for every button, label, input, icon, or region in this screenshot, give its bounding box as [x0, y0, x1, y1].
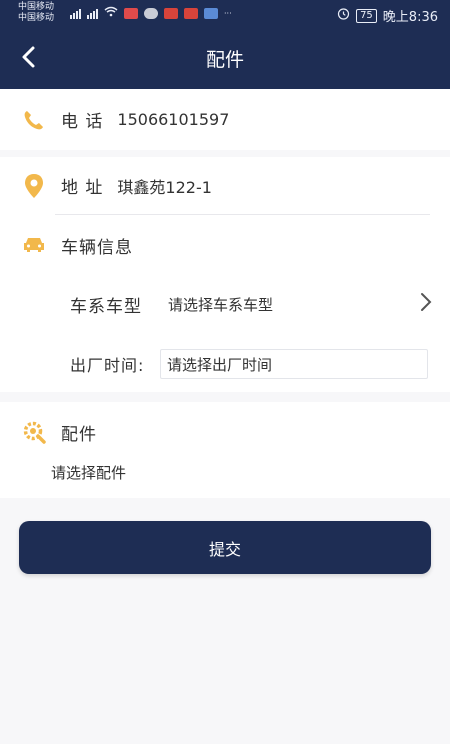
- alarm-icon: [337, 7, 350, 24]
- gear-wrench-icon: [21, 419, 47, 445]
- back-button[interactable]: [14, 42, 42, 72]
- manufacture-date-label: 出厂时间:: [70, 356, 145, 375]
- location-pin-icon: [21, 173, 47, 199]
- chevron-left-icon: [22, 46, 35, 68]
- signal-icon: [70, 8, 81, 19]
- phone-value: 15066101597: [117, 110, 230, 129]
- address-label: 地 址: [61, 178, 104, 198]
- submit-button[interactable]: 提交: [19, 521, 431, 574]
- clock: 晚上8:36: [382, 10, 438, 25]
- divider: [55, 214, 430, 215]
- vehicle-model-row[interactable]: 车系车型 请选择车系车型: [0, 284, 450, 324]
- chevron-right-icon[interactable]: [420, 292, 432, 316]
- phone-row: 电 话 15066101597: [0, 89, 450, 150]
- vehicle-model-select[interactable]: 请选择车系车型: [168, 294, 273, 315]
- app-notification-icon: [124, 7, 138, 19]
- parts-section-label: 配件: [61, 424, 97, 445]
- vehicle-section-label: 车辆信息: [61, 237, 133, 258]
- phone-icon: [21, 107, 47, 133]
- app-badge-icon: [184, 7, 198, 19]
- parts-section-header: 配件: [0, 416, 450, 448]
- nav-bar: 配件: [0, 28, 450, 89]
- status-icons: ···: [70, 6, 232, 20]
- phone-label: 电 话: [61, 112, 104, 132]
- phone-card: 电 话 15066101597: [0, 89, 450, 150]
- status-bar: 中国移动 中国移动 ··· 75 晚上8:36: [0, 0, 450, 28]
- mail-notification-icon: [204, 7, 218, 19]
- vehicle-model-label: 车系车型: [70, 296, 142, 317]
- signal-icon-2: [87, 8, 98, 19]
- carrier-info: 中国移动 中国移动: [18, 2, 54, 24]
- manufacture-date-input[interactable]: 请选择出厂时间: [160, 349, 428, 379]
- car-icon: [21, 232, 47, 258]
- chat-notification-icon: [144, 7, 158, 19]
- address-row: 地 址 琪鑫苑122-1: [0, 157, 450, 214]
- carrier-name-1: 中国移动: [18, 2, 55, 12]
- parts-select[interactable]: 请选择配件: [51, 462, 126, 483]
- battery-indicator: 75: [356, 8, 377, 23]
- carrier-name-2: 中国移动: [18, 13, 55, 23]
- more-notifications-icon: ···: [224, 8, 232, 18]
- vehicle-section-header: 车辆信息: [0, 227, 450, 263]
- parts-card: 配件 请选择配件: [0, 402, 450, 498]
- address-value: 琪鑫苑122-1: [117, 177, 212, 197]
- right-status: 75 晚上8:36: [337, 6, 438, 25]
- app-header: 中国移动 中国移动 ··· 75 晚上8:36 配件: [0, 0, 450, 89]
- page-title: 配件: [205, 49, 244, 71]
- wifi-icon: [104, 6, 118, 20]
- parts-select-row[interactable]: 请选择配件: [0, 457, 450, 487]
- news-notification-icon: [164, 7, 178, 19]
